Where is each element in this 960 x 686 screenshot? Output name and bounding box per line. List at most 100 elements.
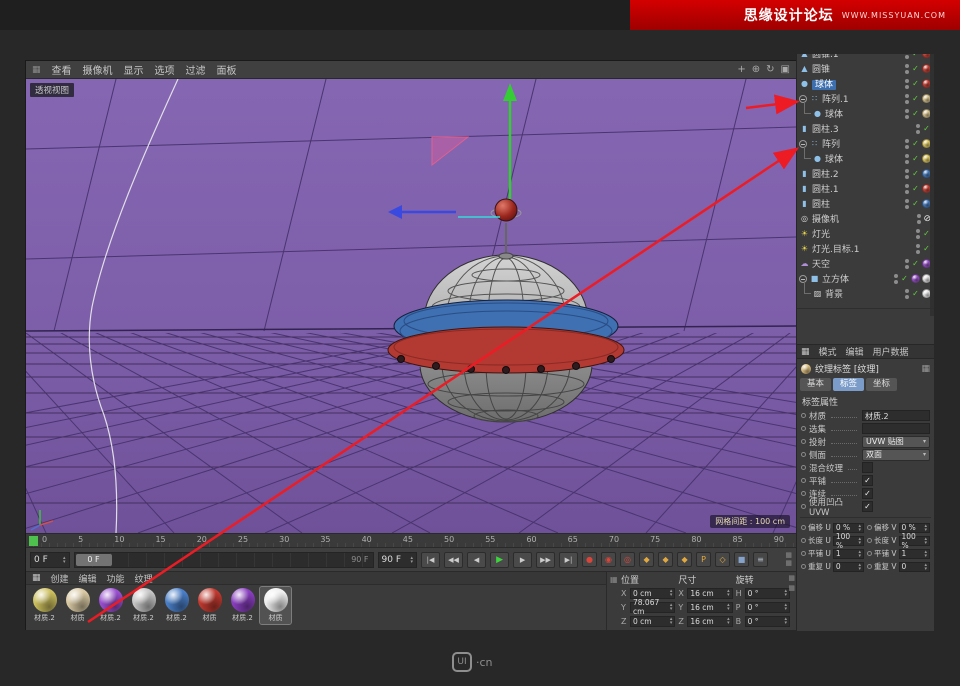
object-row[interactable]: ◎ 摄像机 ⊘ — [797, 211, 934, 226]
enabled-check-icon[interactable]: ✓ — [900, 274, 909, 283]
end-frame-field[interactable]: 90 F — [378, 552, 418, 568]
spinner[interactable] — [858, 550, 861, 558]
pan-icon[interactable]: + — [737, 64, 745, 75]
object-row[interactable]: ▮ 圆柱 ✓ — [797, 196, 934, 211]
material-tile-selected[interactable]: 材质 — [260, 587, 291, 624]
spinner[interactable] — [670, 603, 673, 611]
object-row[interactable]: ▲ 圆锥 ✓ — [797, 61, 934, 76]
record-rotation-button[interactable]: ◆ — [677, 552, 692, 567]
visibility-dots[interactable] — [894, 274, 898, 284]
anim-dot-icon[interactable] — [801, 478, 806, 483]
tab-basic[interactable]: 基本 — [800, 378, 831, 391]
maximize-icon[interactable]: ▣ — [781, 64, 790, 75]
anim-dot-icon[interactable] — [801, 491, 806, 496]
material-tile[interactable]: 材质 — [194, 587, 225, 624]
selection-field[interactable] — [862, 423, 930, 434]
object-row[interactable]: ☀ 灯光.目标.1 ✓ — [797, 241, 934, 256]
object-row[interactable]: ▲ 圆锥.1 ✓ — [797, 54, 934, 61]
material-link-field[interactable]: 材质.2 — [862, 410, 930, 421]
visibility-dots[interactable] — [905, 54, 909, 59]
current-frame-field[interactable]: 0 F — [30, 552, 70, 568]
tiles-u-field[interactable]: 1 — [833, 549, 864, 559]
spinner[interactable] — [727, 617, 730, 625]
tile-checkbox[interactable]: ✓ — [862, 475, 873, 486]
forum-banner[interactable]: 思缘设计论坛 WWW.MISSYUAN.COM — [630, 0, 960, 30]
anim-dot-icon[interactable] — [867, 564, 872, 569]
enabled-check-icon[interactable]: ✓ — [911, 259, 920, 268]
visibility-dots[interactable] — [905, 64, 909, 74]
zoom-icon[interactable]: ⊕ — [752, 64, 760, 75]
menu-view[interactable]: 查看 — [52, 62, 72, 77]
visibility-dots[interactable] — [905, 109, 909, 119]
record-keyframe-button[interactable]: ● — [582, 552, 597, 567]
enabled-check-icon[interactable]: ✓ — [911, 79, 920, 88]
spinner[interactable] — [784, 589, 787, 597]
visibility-dots[interactable] — [916, 244, 920, 254]
anim-dot-icon[interactable] — [867, 525, 872, 530]
anim-dot-icon[interactable] — [801, 413, 806, 418]
visibility-dots[interactable] — [905, 184, 909, 194]
go-end-button[interactable]: ▶| — [559, 552, 578, 568]
timeline-slider-handle[interactable]: 0 F — [76, 554, 112, 566]
next-frame-button[interactable]: ▶ — [513, 552, 532, 568]
panel-grip-icon[interactable]: ▦ — [32, 573, 41, 583]
object-row[interactable]: ∷ 阵列 ✓ — [797, 136, 934, 151]
object-row[interactable]: ☀ 灯光 ✓ — [797, 226, 934, 241]
play-button[interactable]: ▶ — [490, 552, 509, 568]
spinner[interactable] — [411, 556, 414, 564]
enabled-check-icon[interactable]: ✓ — [911, 199, 920, 208]
playback-options-button[interactable]: ≡ — [753, 552, 768, 567]
panel-grip-icon[interactable]: ▦ — [32, 65, 41, 75]
visibility-dots[interactable] — [905, 289, 909, 299]
panel-grip-icon[interactable]: ▦ — [801, 347, 810, 357]
panel-grip-icon[interactable]: ▦ — [610, 575, 621, 584]
prev-key-button[interactable]: ◀◀ — [444, 552, 463, 568]
spinner[interactable] — [924, 537, 927, 545]
tiles-v-field[interactable]: 1 — [899, 549, 930, 559]
anim-dot-icon[interactable] — [801, 551, 806, 556]
menu-edit[interactable]: 编辑 — [79, 572, 97, 585]
keyframe-selection-button[interactable]: ◎ — [620, 552, 635, 567]
anim-dot-icon[interactable] — [801, 504, 806, 509]
scrollbar[interactable] — [930, 54, 934, 316]
anim-dot-icon[interactable] — [801, 452, 806, 457]
rotation-p-field[interactable]: 0 ° — [745, 602, 790, 613]
object-row[interactable]: ▮ 圆柱.3 ✓ — [797, 121, 934, 136]
material-tile[interactable]: 材质.2 — [95, 587, 126, 624]
enabled-check-icon[interactable]: ✓ — [911, 64, 920, 73]
visibility-dots[interactable] — [905, 94, 909, 104]
position-y-field[interactable]: 78.067 cm — [630, 602, 675, 613]
spinner[interactable] — [924, 524, 927, 532]
position-z-field[interactable]: 0 cm — [630, 616, 675, 627]
rotation-h-field[interactable]: 0 ° — [745, 588, 790, 599]
object-row[interactable]: ● 球体 ✓ — [797, 106, 934, 121]
tab-edit[interactable]: 编辑 — [846, 345, 864, 358]
prev-frame-button[interactable]: ◀ — [467, 552, 486, 568]
anim-dot-icon[interactable] — [801, 465, 806, 470]
object-row[interactable]: ☁ 天空 ✓ — [797, 256, 934, 271]
material-tile[interactable]: 材质.2 — [29, 587, 60, 624]
size-y-field[interactable]: 16 cm — [687, 602, 732, 613]
menu-function[interactable]: 功能 — [107, 572, 125, 585]
object-row[interactable]: ▮ 圆柱.2 ✓ — [797, 166, 934, 181]
enabled-check-icon[interactable]: ✓ — [911, 139, 920, 148]
panel-side-buttons[interactable]: ▦▦ — [788, 574, 795, 592]
spinner[interactable] — [858, 524, 861, 532]
menu-panel[interactable]: 面板 — [217, 62, 237, 77]
tab-coordinates[interactable]: 坐标 — [866, 378, 897, 391]
enabled-check-icon[interactable]: ✓ — [911, 169, 920, 178]
spinner[interactable] — [784, 617, 787, 625]
length-u-field[interactable]: 100 % — [833, 536, 864, 546]
enabled-check-icon[interactable]: ✓ — [911, 154, 920, 163]
enabled-check-icon[interactable]: ✓ — [911, 184, 920, 193]
material-tile[interactable]: 材质 — [62, 587, 93, 624]
tab-tag[interactable]: 标签 — [833, 378, 864, 391]
anim-dot-icon[interactable] — [867, 538, 872, 543]
record-point-level-button[interactable]: ◇ — [715, 552, 730, 567]
spinner[interactable] — [63, 556, 66, 564]
autokey-button[interactable]: ◉ — [601, 552, 616, 567]
rotate-icon[interactable]: ↻ — [766, 64, 774, 75]
object-row[interactable]: ▮ 圆柱.1 ✓ — [797, 181, 934, 196]
enabled-check-icon[interactable]: ✓ — [911, 94, 920, 103]
menu-camera[interactable]: 摄像机 — [83, 62, 113, 77]
